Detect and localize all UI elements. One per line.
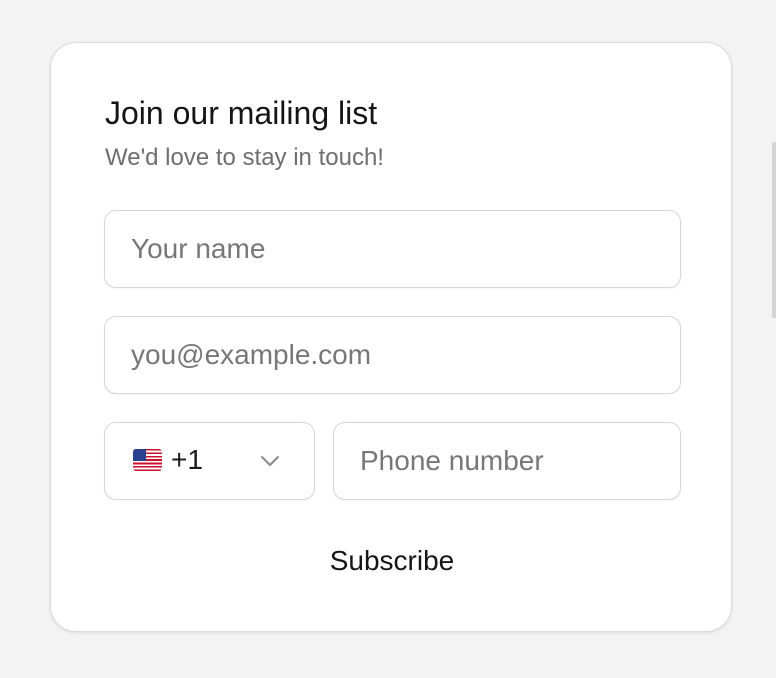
mailing-list-card: Join our mailing list We'd love to stay … — [50, 42, 732, 632]
name-input[interactable] — [105, 211, 680, 287]
phone-input[interactable] — [334, 423, 680, 499]
us-flag-icon — [133, 449, 162, 471]
chevron-down-icon — [261, 456, 279, 466]
dial-code: +1 — [171, 444, 203, 475]
scrollbar-edge — [772, 142, 776, 318]
email-field — [104, 316, 681, 394]
name-field — [104, 210, 681, 288]
subscribe-button[interactable]: Subscribe — [282, 537, 502, 585]
country-code-select[interactable]: +1 — [104, 422, 315, 500]
email-input[interactable] — [105, 317, 680, 393]
form-subtitle: We'd love to stay in touch! — [105, 144, 384, 171]
form-title: Join our mailing list — [105, 95, 378, 131]
phone-field — [333, 422, 681, 500]
